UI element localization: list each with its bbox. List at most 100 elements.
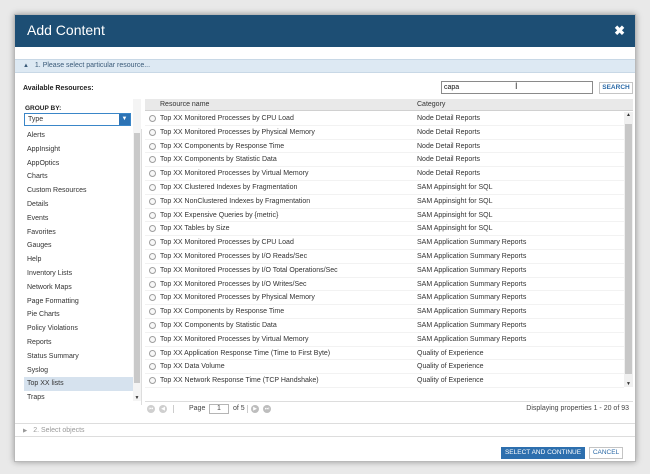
group-item[interactable]: Details xyxy=(24,198,141,212)
radio-button[interactable] xyxy=(149,211,156,219)
grid-scrollbar[interactable]: ▲ ▼ xyxy=(624,112,633,387)
group-by-select[interactable]: Type ▼ xyxy=(24,113,131,126)
group-item[interactable]: Pie Charts xyxy=(24,308,141,322)
scrollbar-thumb[interactable] xyxy=(625,124,632,374)
first-page-icon[interactable]: ⏮ xyxy=(147,405,155,413)
table-row[interactable]: Top XX Components by Response Time Node D… xyxy=(145,140,624,154)
radio-button[interactable] xyxy=(149,115,156,122)
group-item[interactable]: Traps xyxy=(24,391,141,405)
radio-button[interactable] xyxy=(149,142,156,150)
table-row[interactable]: Top XX Monitored Processes by Virtual Me… xyxy=(145,167,624,181)
radio-button[interactable] xyxy=(149,128,156,136)
group-item[interactable]: Help xyxy=(24,253,141,267)
group-item[interactable]: Gauges xyxy=(24,239,141,253)
table-row[interactable]: Top XX Clustered Indexes by Fragmentatio… xyxy=(145,181,624,195)
group-item[interactable]: Custom Resources xyxy=(24,184,141,198)
radio-button[interactable] xyxy=(149,252,156,260)
resource-name: Top XX Application Response Time (Time t… xyxy=(160,349,331,357)
resource-category: SAM Application Summary Reports xyxy=(417,252,527,260)
resource-category: SAM Application Summary Reports xyxy=(417,239,527,247)
table-row[interactable]: Top XX Monitored Processes by I/O Writes… xyxy=(145,278,624,292)
group-item-selected[interactable]: Top XX lists xyxy=(24,377,141,392)
resource-category: SAM Application Summary Reports xyxy=(417,280,527,288)
radio-button[interactable] xyxy=(149,363,156,371)
resource-name: Top XX Components by Response Time xyxy=(160,142,285,150)
table-row[interactable]: Top XX Components by Statistic Data Node … xyxy=(145,153,624,168)
radio-button[interactable] xyxy=(149,266,156,274)
prev-page-icon[interactable]: ◀ xyxy=(159,405,167,413)
group-list-scrollbar[interactable]: ▼ xyxy=(133,99,141,401)
resource-category: Node Detail Reports xyxy=(417,115,481,122)
group-by-label: GROUP BY: xyxy=(25,105,62,112)
radio-button[interactable] xyxy=(149,335,156,343)
group-item[interactable]: Page Formatting xyxy=(24,295,141,309)
table-row[interactable]: Top XX Monitored Processes by CPU Load SA… xyxy=(145,236,624,250)
dialog-title: Add Content xyxy=(27,22,105,38)
group-item[interactable]: Policy Violations xyxy=(24,322,141,336)
text-cursor-icon: I xyxy=(515,81,518,91)
table-row[interactable]: Top XX Monitored Processes by Physical M… xyxy=(145,291,624,306)
table-row[interactable]: Top XX Components by Response Time SAM Ap… xyxy=(145,305,624,319)
table-row[interactable]: Top XX Monitored Processes by I/O Total … xyxy=(145,264,624,278)
resource-category: SAM Application Summary Reports xyxy=(417,266,527,274)
scroll-down-arrow-icon[interactable]: ▼ xyxy=(624,381,633,387)
group-item[interactable]: Network Maps xyxy=(24,281,141,295)
step2-header[interactable]: ▶ 2. Select objects xyxy=(15,423,635,437)
group-item[interactable]: Inventory Lists xyxy=(24,267,141,281)
table-row[interactable]: Top XX Expensive Queries by {metric} SAM … xyxy=(145,209,624,223)
radio-button[interactable] xyxy=(149,321,156,329)
table-row[interactable]: Top XX Network Response Time (TCP Handsh… xyxy=(145,374,624,388)
radio-button[interactable] xyxy=(149,225,156,233)
last-page-icon[interactable]: ⏭ xyxy=(263,405,271,413)
table-row[interactable]: Top XX Application Response Time (Time t… xyxy=(145,347,624,361)
close-icon[interactable]: ✖ xyxy=(614,23,625,39)
group-item[interactable]: Reports xyxy=(24,336,141,350)
scroll-up-arrow-icon[interactable]: ▲ xyxy=(624,112,633,118)
step1-header[interactable]: ▲ 1. Please select particular resource..… xyxy=(15,59,635,73)
resource-name: Top XX Monitored Processes by CPU Load xyxy=(160,115,294,122)
resource-category: Quality of Experience xyxy=(417,349,484,357)
resource-name: Top XX Data Volume xyxy=(160,363,225,371)
table-row[interactable]: Top XX Components by Statistic Data SAM A… xyxy=(145,319,624,333)
search-button[interactable]: SEARCH xyxy=(599,82,633,94)
table-row[interactable]: Top XX Monitored Processes by CPU Load No… xyxy=(145,112,624,126)
group-item[interactable]: Status Summary xyxy=(24,350,141,364)
radio-button[interactable] xyxy=(149,280,156,288)
group-item[interactable]: AppInsight xyxy=(24,143,141,157)
radio-button[interactable] xyxy=(149,183,156,191)
table-row[interactable]: Top XX Monitored Processes by Virtual Me… xyxy=(145,333,624,347)
column-header-category[interactable]: Category xyxy=(417,99,445,111)
page-number-input[interactable]: 1 xyxy=(209,404,229,414)
cancel-button[interactable]: CANCEL xyxy=(589,447,623,459)
group-item[interactable]: Events xyxy=(24,212,141,226)
radio-button[interactable] xyxy=(149,156,156,164)
radio-button[interactable] xyxy=(149,239,156,247)
group-item[interactable]: Favorites xyxy=(24,226,141,240)
radio-button[interactable] xyxy=(149,377,156,385)
radio-button[interactable] xyxy=(149,349,156,357)
radio-button[interactable] xyxy=(149,294,156,302)
table-row[interactable]: Top XX NonClustered Indexes by Fragmenta… xyxy=(145,195,624,209)
radio-button[interactable] xyxy=(149,170,156,178)
resource-category: Node Detail Reports xyxy=(417,128,481,136)
resource-category: SAM Appinsight for SQL xyxy=(417,183,493,191)
group-item[interactable]: AppOptics xyxy=(24,157,141,171)
radio-button[interactable] xyxy=(149,197,156,205)
table-row[interactable]: Top XX Monitored Processes by Physical M… xyxy=(145,126,624,140)
group-item[interactable]: Charts xyxy=(24,170,141,184)
group-item[interactable]: Alerts xyxy=(24,129,141,143)
resource-name: Top XX Components by Statistic Data xyxy=(160,321,277,329)
scrollbar-thumb[interactable] xyxy=(134,133,140,383)
radio-button[interactable] xyxy=(149,308,156,316)
table-row[interactable]: Top XX Data Volume Quality of Experience xyxy=(145,360,624,375)
chevron-down-icon[interactable]: ▼ xyxy=(119,114,130,125)
scroll-down-arrow-icon[interactable]: ▼ xyxy=(133,395,141,401)
column-header-resource-name[interactable]: Resource name xyxy=(160,99,209,111)
next-page-icon[interactable]: ▶ xyxy=(251,405,259,413)
table-row[interactable]: Top XX Monitored Processes by I/O Reads/… xyxy=(145,250,624,264)
table-row[interactable]: Top XX Tables by Size SAM Appinsight for … xyxy=(145,222,624,237)
resource-name: Top XX Monitored Processes by CPU Load xyxy=(160,239,294,247)
group-item[interactable]: Syslog xyxy=(24,364,141,378)
select-and-continue-button[interactable]: SELECT AND CONTINUE xyxy=(501,447,585,459)
resource-grid: Resource name Category Top XX Monitored … xyxy=(145,99,633,388)
